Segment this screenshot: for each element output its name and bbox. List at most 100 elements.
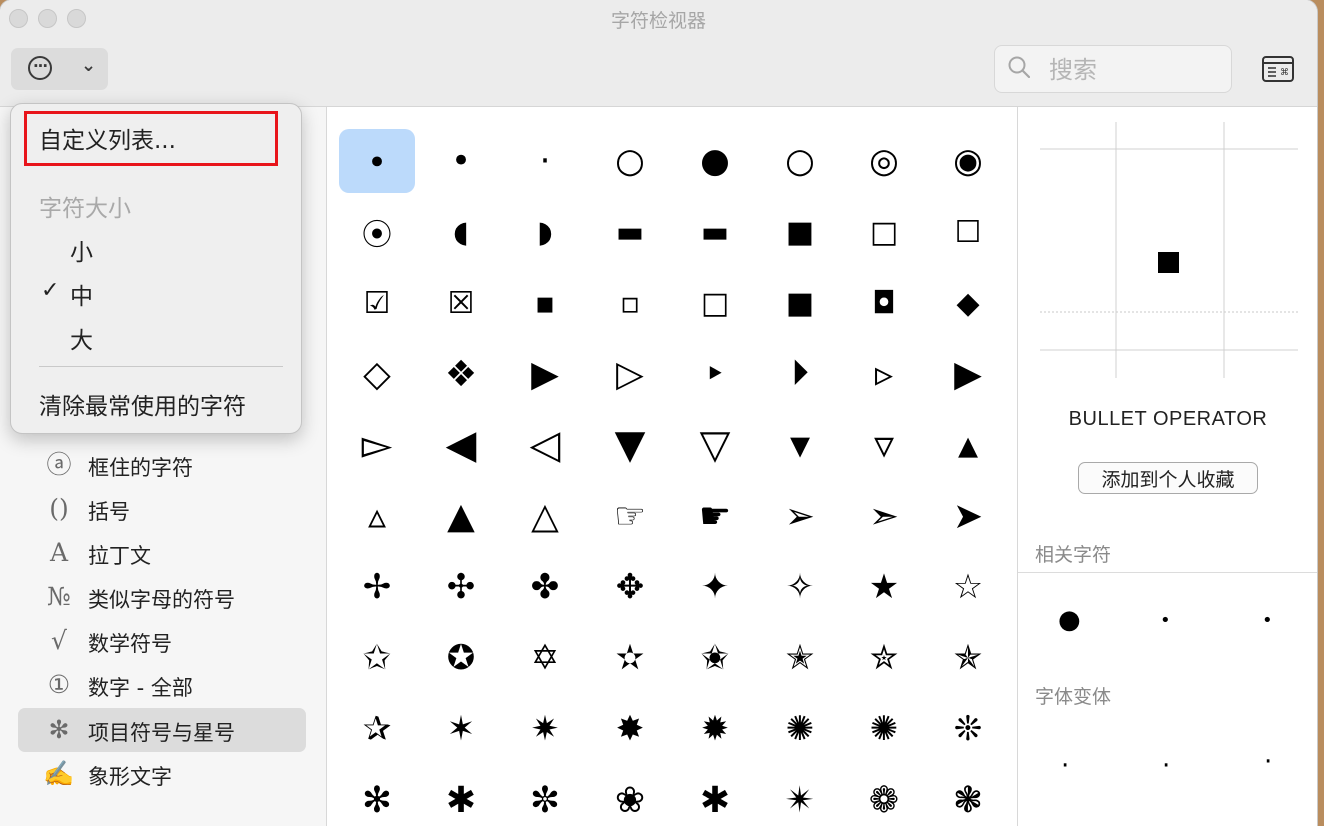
- related-char[interactable]: •: [1262, 610, 1273, 631]
- grid-char[interactable]: ▲: [419, 480, 503, 552]
- grid-char[interactable]: ❊: [926, 693, 1010, 765]
- add-to-favorites-button[interactable]: 添加到个人收藏: [1078, 462, 1258, 494]
- grid-char[interactable]: ✱: [419, 764, 503, 826]
- menu-item-size-small[interactable]: 小: [70, 233, 93, 267]
- grid-char[interactable]: ▻: [335, 409, 419, 481]
- grid-char[interactable]: ✮: [842, 622, 926, 694]
- grid-char[interactable]: ✯: [926, 622, 1010, 694]
- grid-char[interactable]: ◖: [419, 196, 503, 268]
- sidebar-item-pictographs[interactable]: ✍ 象形文字: [18, 752, 306, 796]
- grid-char[interactable]: ▹: [842, 338, 926, 410]
- font-variant-char[interactable]: ·: [1162, 751, 1170, 781]
- grid-char[interactable]: ✫: [588, 622, 672, 694]
- grid-char[interactable]: ☛: [673, 480, 757, 552]
- grid-char[interactable]: ✷: [503, 693, 587, 765]
- grid-char[interactable]: ✦: [673, 551, 757, 623]
- grid-char[interactable]: ☆: [926, 551, 1010, 623]
- related-char[interactable]: ●: [1058, 605, 1081, 635]
- search-field[interactable]: [994, 45, 1232, 93]
- grid-char[interactable]: ■: [758, 267, 842, 339]
- grid-char[interactable]: ▿: [842, 409, 926, 481]
- grid-char[interactable]: ▬: [673, 196, 757, 268]
- grid-char[interactable]: ▾: [758, 409, 842, 481]
- font-variant-char[interactable]: ·: [1264, 747, 1272, 777]
- grid-char[interactable]: ✩: [335, 622, 419, 694]
- grid-char[interactable]: ▼: [588, 409, 672, 481]
- font-variant-char[interactable]: ·: [1061, 751, 1069, 781]
- grid-char[interactable]: ➣: [842, 480, 926, 552]
- grid-char[interactable]: ◁: [503, 409, 587, 481]
- grid-char[interactable]: ❖: [419, 338, 503, 410]
- grid-char[interactable]: □: [842, 196, 926, 268]
- grid-char[interactable]: ✪: [419, 622, 503, 694]
- grid-char[interactable]: ◘: [842, 267, 926, 339]
- grid-char[interactable]: ☐: [926, 196, 1010, 268]
- grid-char[interactable]: ⦿: [335, 196, 419, 268]
- grid-char[interactable]: ◉: [926, 125, 1010, 197]
- grid-char[interactable]: ■: [758, 196, 842, 268]
- grid-char[interactable]: ⏵: [758, 338, 842, 410]
- grid-char[interactable]: ✶: [419, 693, 503, 765]
- grid-char[interactable]: □: [673, 267, 757, 339]
- grid-char[interactable]: ●: [673, 125, 757, 197]
- grid-char[interactable]: ∙: [339, 129, 415, 193]
- grid-char[interactable]: ✴: [758, 764, 842, 826]
- grid-char[interactable]: ✺: [842, 693, 926, 765]
- grid-char[interactable]: ◗: [503, 196, 587, 268]
- related-char[interactable]: •: [1160, 610, 1171, 631]
- sidebar-item-brackets[interactable]: () 括号: [18, 487, 306, 531]
- keyboard-viewer-icon[interactable]: ⌘: [1262, 56, 1294, 82]
- grid-char[interactable]: ❀: [588, 764, 672, 826]
- grid-char[interactable]: ★: [842, 551, 926, 623]
- grid-char[interactable]: ◇: [335, 338, 419, 410]
- grid-char[interactable]: ▽: [673, 409, 757, 481]
- grid-char[interactable]: ☑: [335, 267, 419, 339]
- grid-char[interactable]: ▷: [588, 338, 672, 410]
- grid-char[interactable]: ➢: [758, 480, 842, 552]
- menu-item-size-large[interactable]: 大: [70, 321, 93, 355]
- sidebar-item-bullets-stars[interactable]: ✻ 项目符号与星号: [18, 708, 306, 752]
- grid-char[interactable]: ◆: [926, 267, 1010, 339]
- search-input[interactable]: [1047, 52, 1221, 88]
- grid-char[interactable]: ‣: [673, 338, 757, 410]
- grid-char[interactable]: ✭: [758, 622, 842, 694]
- sidebar-item-letterlike-symbols[interactable]: № 类似字母的符号: [18, 575, 306, 619]
- grid-char[interactable]: ✣: [419, 551, 503, 623]
- grid-char[interactable]: •: [419, 125, 503, 197]
- grid-char[interactable]: ✱: [673, 764, 757, 826]
- grid-char[interactable]: ✡: [503, 622, 587, 694]
- grid-char[interactable]: ·: [503, 125, 587, 197]
- grid-char[interactable]: ▬: [588, 196, 672, 268]
- sidebar-item-math-symbols[interactable]: √ 数学符号: [18, 619, 306, 663]
- grid-char[interactable]: ✼: [503, 764, 587, 826]
- grid-char[interactable]: ✺: [758, 693, 842, 765]
- grid-char[interactable]: ✬: [673, 622, 757, 694]
- grid-char[interactable]: ○: [588, 125, 672, 197]
- grid-char[interactable]: ✰: [335, 693, 419, 765]
- grid-char[interactable]: ☞: [588, 480, 672, 552]
- sidebar-item-digits-all[interactable]: ① 数字 - 全部: [18, 663, 306, 707]
- menu-item-size-medium[interactable]: 中: [70, 277, 93, 311]
- grid-char[interactable]: ❃: [926, 764, 1010, 826]
- grid-char[interactable]: ✹: [673, 693, 757, 765]
- grid-char[interactable]: ▶: [926, 338, 1010, 410]
- grid-char[interactable]: ➤: [926, 480, 1010, 552]
- grid-char[interactable]: ○: [758, 125, 842, 197]
- sidebar-item-latin[interactable]: A 拉丁文: [18, 531, 306, 575]
- grid-char[interactable]: ◎: [842, 125, 926, 197]
- action-menu-button[interactable]: ··· ⌄: [11, 48, 108, 90]
- grid-char[interactable]: ▫: [588, 267, 672, 339]
- grid-char[interactable]: △: [503, 480, 587, 552]
- grid-char[interactable]: ☒: [419, 267, 503, 339]
- sidebar-item-enclosed-characters[interactable]: ⓐ 框住的字符: [18, 443, 306, 487]
- grid-char[interactable]: ▴: [926, 409, 1010, 481]
- grid-char[interactable]: ✧: [758, 551, 842, 623]
- grid-char[interactable]: ▶: [503, 338, 587, 410]
- grid-char[interactable]: ✢: [335, 551, 419, 623]
- grid-char[interactable]: ✻: [335, 764, 419, 826]
- grid-char[interactable]: ✥: [588, 551, 672, 623]
- grid-char[interactable]: ✸: [588, 693, 672, 765]
- menu-item-clear-frequently-used[interactable]: 清除最常使用的字符: [39, 387, 246, 421]
- grid-char[interactable]: ❁: [842, 764, 926, 826]
- grid-char[interactable]: ✤: [503, 551, 587, 623]
